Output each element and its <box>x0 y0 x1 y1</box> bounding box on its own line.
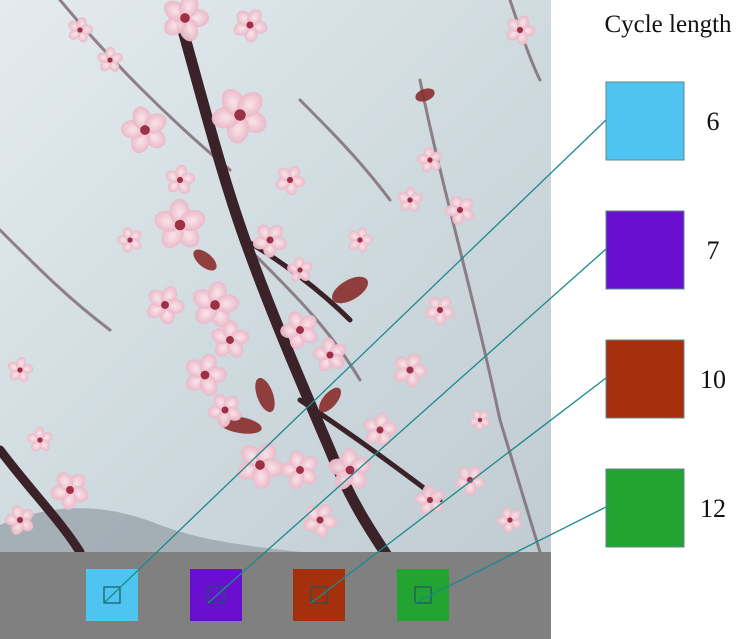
legend-value: 12 <box>700 494 726 523</box>
swatch-strip <box>0 552 551 639</box>
strip-swatch <box>190 569 242 621</box>
strip-swatch <box>397 569 449 621</box>
cherry-blossom-photo <box>0 0 551 552</box>
strip-swatch <box>293 569 345 621</box>
legend-swatch <box>605 339 685 419</box>
legend: 6 7 10 12 <box>605 81 726 548</box>
legend-value: 6 <box>707 107 720 136</box>
legend-swatch <box>605 210 685 290</box>
legend-value: 7 <box>707 236 720 265</box>
legend-swatch <box>605 468 685 548</box>
legend-swatch <box>605 81 685 161</box>
cycle-length-figure: Cycle length 6 7 10 12 <box>0 0 732 639</box>
legend-title: Cycle length <box>604 11 732 38</box>
legend-value: 10 <box>700 365 726 394</box>
